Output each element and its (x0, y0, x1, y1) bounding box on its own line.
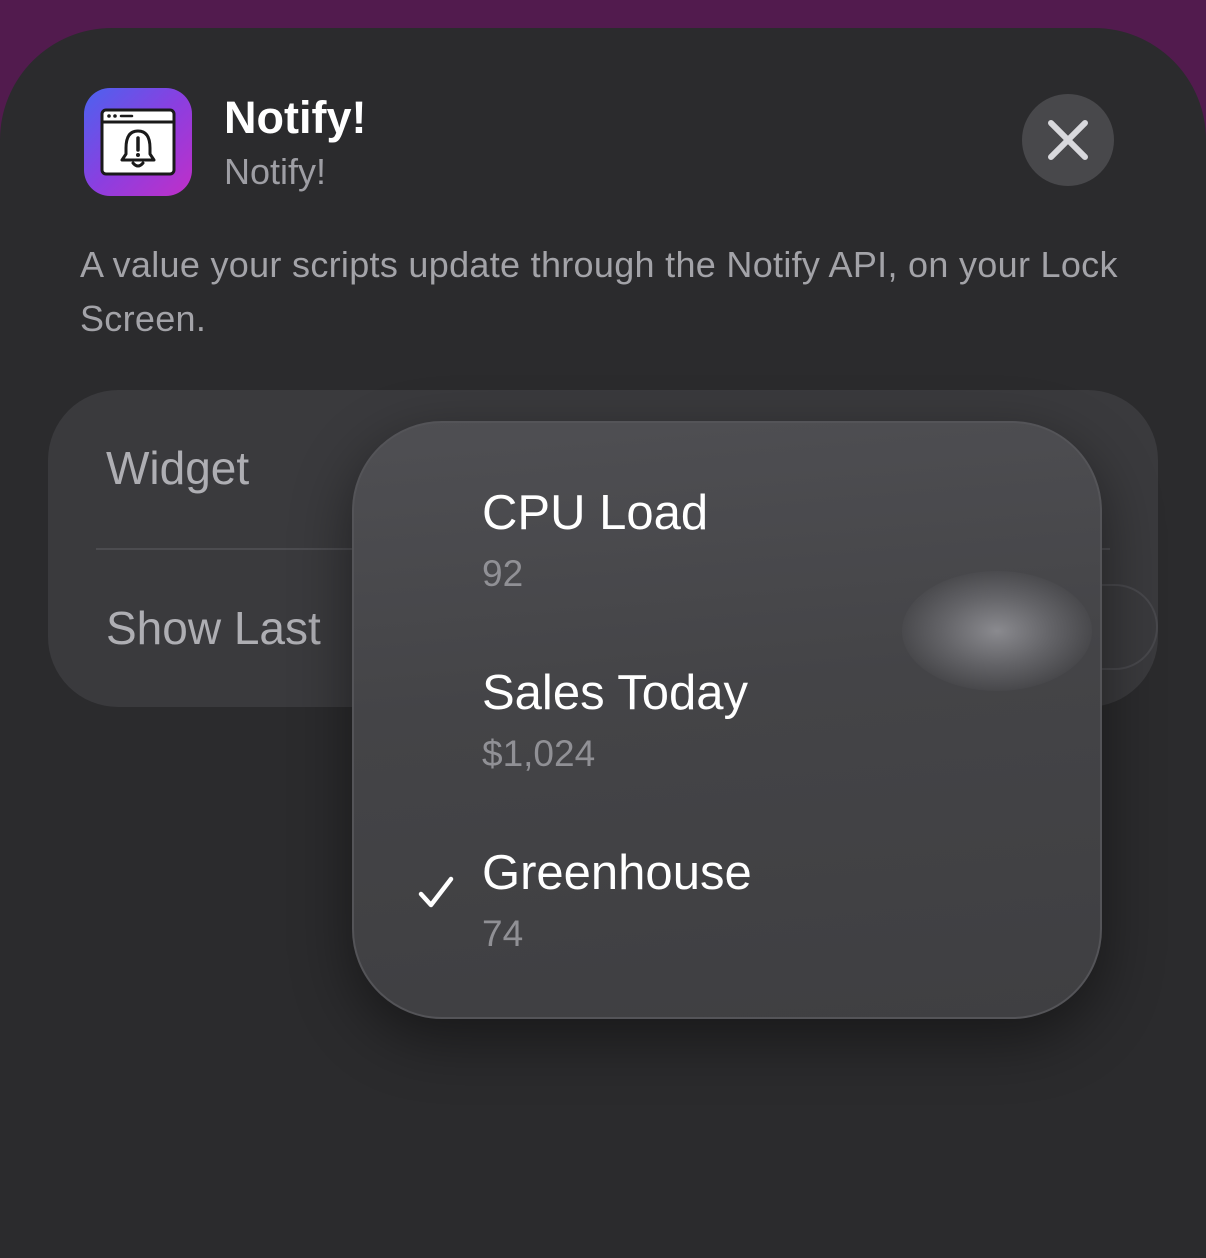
menu-item-title: CPU Load (482, 486, 709, 540)
menu-item-sales-today[interactable]: Sales Today $1,024 (354, 633, 1100, 813)
menu-item-title: Greenhouse (482, 846, 752, 900)
menu-item-value: 74 (482, 913, 524, 954)
app-subtitle: Notify! (224, 151, 327, 192)
menu-item-cpu-load[interactable]: CPU Load 92 (354, 453, 1100, 633)
checkmark-icon (418, 876, 454, 908)
menu-item-value: 92 (482, 553, 524, 594)
widget-row-label[interactable]: Widget (106, 440, 249, 496)
menu-item-greenhouse[interactable]: Greenhouse 74 (354, 813, 1100, 993)
widget-picker-menu: CPU Load 92 Sales Today $1,024 Greenhous… (352, 421, 1102, 1019)
close-button[interactable] (1022, 94, 1114, 186)
xmark-icon (1048, 120, 1088, 160)
browser-window-bell-icon (100, 108, 176, 176)
widget-description: A value your scripts update through the … (80, 244, 1118, 339)
menu-item-value: $1,024 (482, 733, 596, 774)
menu-item-title: Sales Today (482, 666, 749, 720)
app-icon (84, 88, 192, 196)
show-last-row-label[interactable]: Show Last (106, 600, 321, 656)
app-name: Notify! (224, 92, 367, 143)
